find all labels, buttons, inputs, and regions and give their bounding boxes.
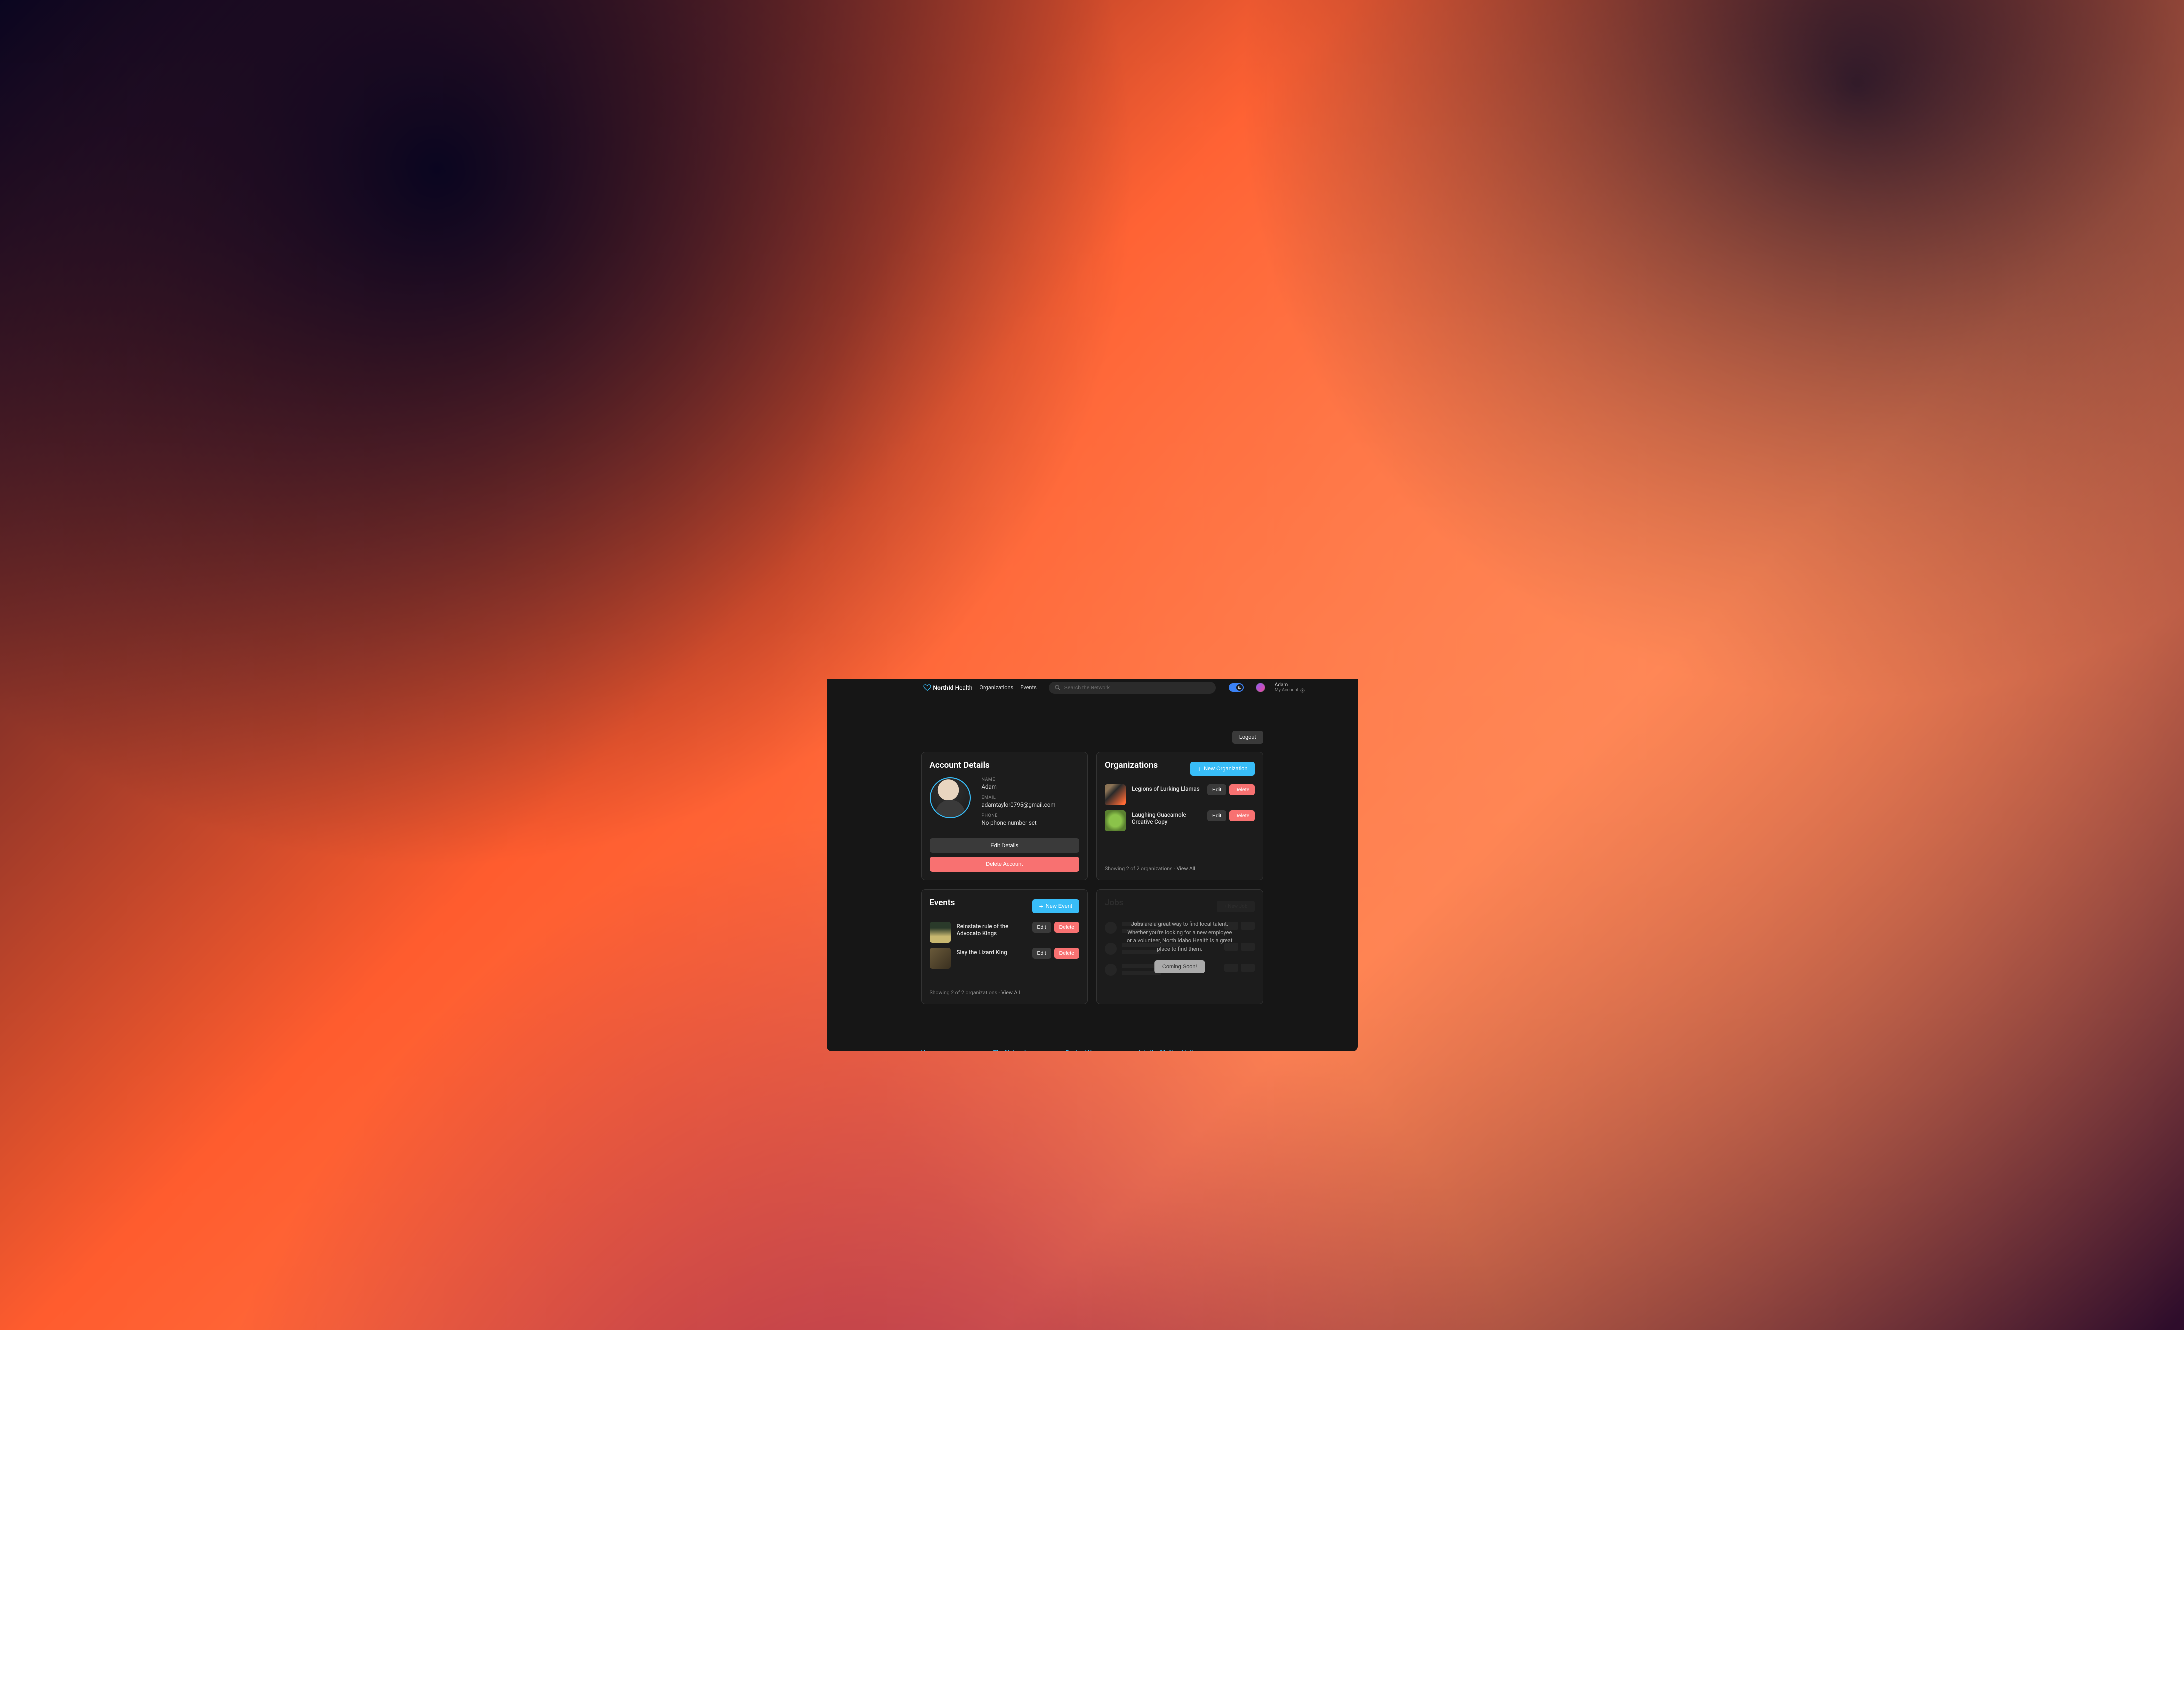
event-row: Slay the Lizard King Edit Delete — [930, 948, 1080, 969]
brand-text: NorthId Health — [933, 684, 973, 691]
email-value: adamtaylor0795@gmail.com — [982, 801, 1080, 808]
close-tab-icon[interactable]: ✕ — [905, 653, 909, 660]
tab-title: My Account — [871, 653, 899, 660]
organization-row: Laughing Guacamole Creative Copy Edit De… — [1105, 810, 1255, 831]
minimize-window-button[interactable] — [841, 653, 846, 658]
user-menu[interactable]: Adam My Account — [1275, 682, 1305, 693]
name-label: NAME — [982, 777, 1080, 782]
footer-contact-heading[interactable]: Contact Us — [1065, 1049, 1128, 1051]
theme-toggle[interactable] — [1229, 683, 1244, 692]
browser-window: ♡ My Account ✕ + localhost:3001/dashboar… — [827, 648, 1358, 1051]
card-title: Account Details — [930, 760, 1080, 770]
search-box[interactable] — [1049, 682, 1216, 694]
user-avatar[interactable] — [1256, 683, 1265, 692]
heart-icon — [923, 684, 931, 691]
heart-icon: ♡ — [864, 654, 869, 659]
bookmark-icon[interactable]: ☆ — [1342, 668, 1347, 674]
close-window-button[interactable] — [832, 653, 837, 658]
new-organization-button[interactable]: + New Organization — [1190, 762, 1255, 776]
new-job-button-disabled: + New Job — [1217, 901, 1254, 912]
delete-button[interactable]: Delete — [1229, 810, 1254, 821]
forward-button[interactable] — [844, 668, 850, 674]
browser-toolbar: localhost:3001/dashboard ☆ — [827, 663, 1358, 679]
card-title: Organizations — [1105, 760, 1158, 770]
organization-image — [1105, 810, 1126, 831]
browser-tab[interactable]: ♡ My Account ✕ — [860, 650, 913, 663]
page-content: NorthId Health Organizations Events Adam… — [827, 679, 1358, 1051]
address-bar[interactable]: localhost:3001/dashboard ☆ — [881, 665, 1353, 677]
phone-label: PHONE — [982, 813, 1080, 818]
edit-details-button[interactable]: Edit Details — [930, 838, 1080, 853]
site-header: NorthId Health Organizations Events Adam… — [827, 679, 1358, 697]
card-title: Events — [930, 898, 955, 908]
nav-organizations[interactable]: Organizations — [979, 684, 1013, 691]
tabs-menu-button[interactable] — [1344, 651, 1353, 660]
user-sub: My Account — [1275, 688, 1305, 693]
window-controls — [832, 653, 855, 658]
back-button[interactable] — [832, 668, 838, 674]
event-name[interactable]: Reinstate rule of the Advocato Kings — [957, 922, 1026, 937]
nav-events[interactable]: Events — [1020, 684, 1037, 691]
plus-icon: + — [1197, 765, 1201, 772]
event-image — [930, 948, 951, 969]
url-host: localhost:3001/dashboard — [896, 668, 960, 674]
organization-name[interactable]: Legions of Lurking Llamas — [1132, 784, 1201, 792]
phone-value: No phone number set — [982, 819, 1080, 826]
profile-avatar — [930, 777, 971, 818]
email-label: EMAIL — [982, 795, 1080, 800]
event-image — [930, 922, 951, 943]
logout-button[interactable]: Logout — [1232, 731, 1263, 744]
delete-account-button[interactable]: Delete Account — [930, 857, 1080, 872]
home-button[interactable] — [868, 668, 875, 674]
browser-tabbar: ♡ My Account ✕ + — [827, 648, 1358, 663]
event-name[interactable]: Slay the Lizard King — [957, 948, 1026, 956]
showing-text: Showing 2 of 2 organizations - View All — [1105, 865, 1255, 872]
organization-row: Legions of Lurking Llamas Edit Delete — [1105, 784, 1255, 805]
footer-home-heading[interactable]: Home — [921, 1049, 984, 1051]
moon-icon — [1236, 684, 1243, 691]
showing-text: Showing 2 of 2 organizations - View All — [930, 989, 1080, 996]
site-info-icon[interactable] — [887, 668, 892, 674]
search-icon — [1055, 685, 1060, 690]
search-input[interactable] — [1064, 685, 1210, 691]
edit-button[interactable]: Edit — [1032, 922, 1051, 933]
user-name: Adam — [1275, 682, 1305, 688]
site-footer: Home Organizations The Network Events Co… — [827, 1049, 1358, 1051]
brand-logo[interactable]: NorthId Health — [923, 684, 973, 691]
edit-button[interactable]: Edit — [1207, 784, 1226, 795]
delete-button[interactable]: Delete — [1054, 948, 1079, 959]
organizations-card: Organizations + New Organization Legions… — [1096, 752, 1263, 880]
new-event-button[interactable]: + New Event — [1032, 899, 1079, 913]
edit-button[interactable]: Edit — [1207, 810, 1226, 821]
maximize-window-button[interactable] — [850, 653, 855, 658]
edit-button[interactable]: Edit — [1032, 948, 1051, 959]
delete-button[interactable]: Delete — [1229, 784, 1254, 795]
coming-soon-button: Coming Soon! — [1154, 960, 1205, 973]
reload-button[interactable] — [856, 668, 862, 674]
jobs-card: Jobs + New Job — [1096, 889, 1263, 1004]
account-details-card: Account Details NAME Adam EMAIL adamtayl… — [921, 752, 1088, 880]
info-icon — [1300, 688, 1305, 693]
new-tab-button[interactable]: + — [917, 651, 921, 659]
view-all-link[interactable]: View All — [1001, 989, 1020, 996]
footer-mailing-heading: Join the Mailing List! — [1137, 1049, 1263, 1051]
view-all-link[interactable]: View All — [1177, 865, 1195, 872]
footer-network-heading[interactable]: The Network — [993, 1049, 1056, 1051]
plus-icon: + — [1039, 903, 1043, 910]
delete-button[interactable]: Delete — [1054, 922, 1079, 933]
event-row: Reinstate rule of the Advocato Kings Edi… — [930, 922, 1080, 943]
organization-name[interactable]: Laughing Guacamole Creative Copy — [1132, 810, 1201, 825]
chevron-down-icon — [1346, 653, 1350, 657]
card-title: Jobs — [1105, 898, 1123, 908]
jobs-overlay: Jobs are a great way to find local talen… — [1126, 920, 1233, 973]
organization-image — [1105, 784, 1126, 805]
events-card: Events + New Event Reinstate rule of the… — [921, 889, 1088, 1004]
name-value: Adam — [982, 783, 1080, 790]
